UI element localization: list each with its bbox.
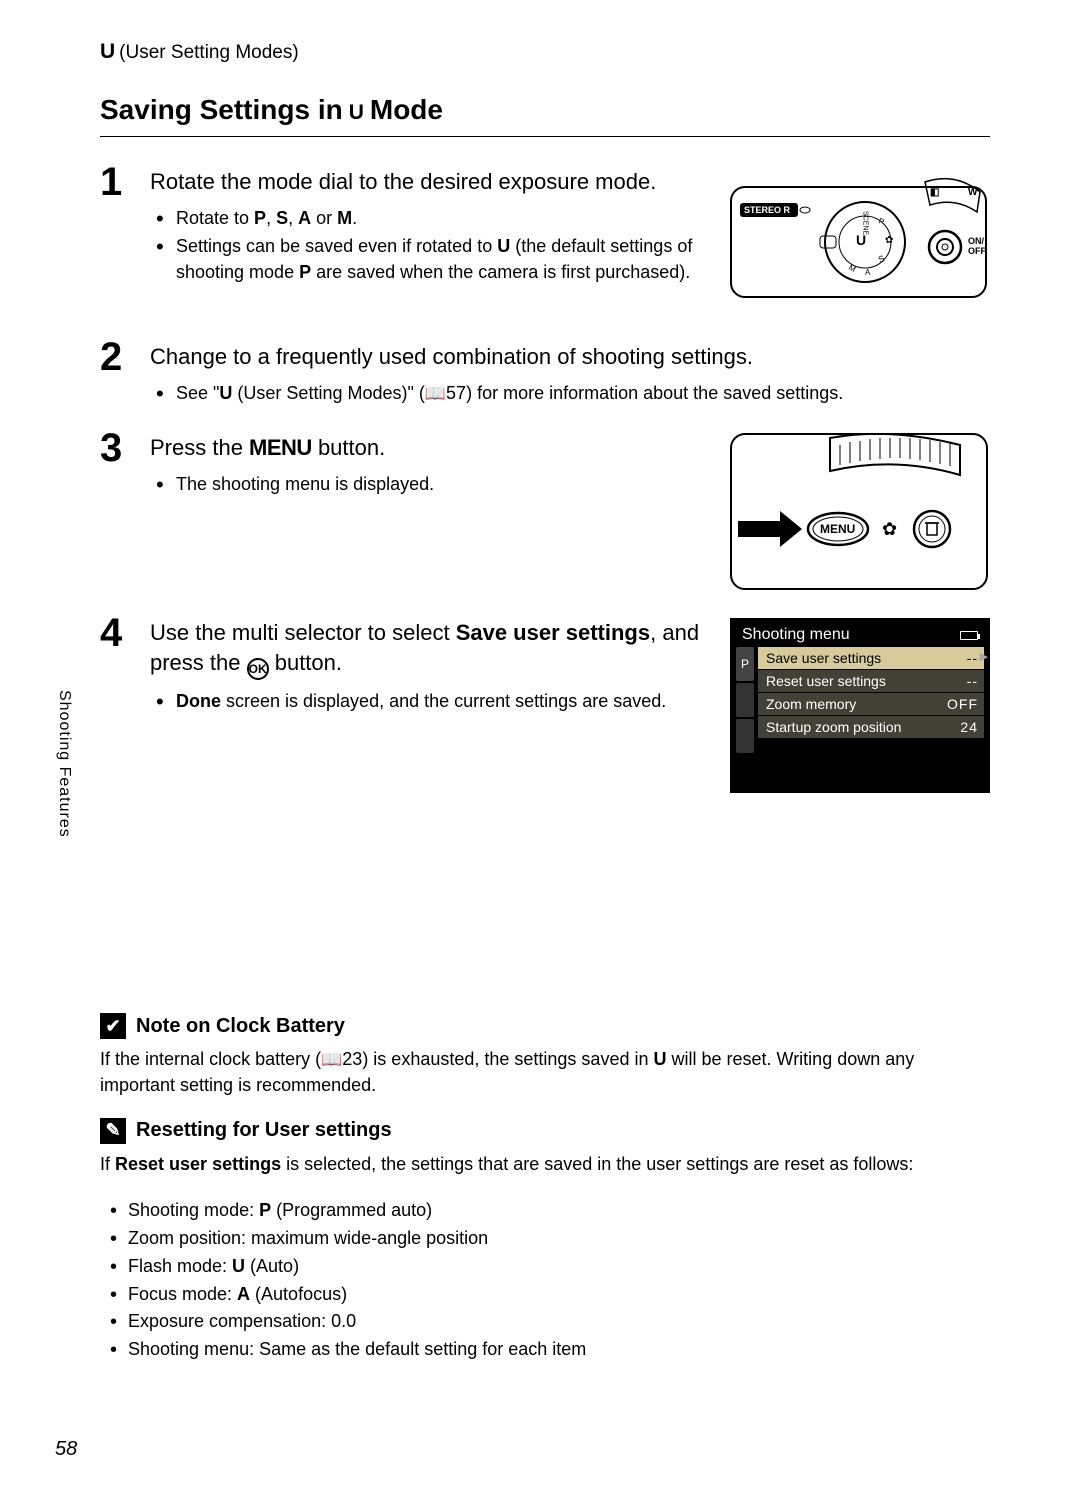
svg-text:✿: ✿ bbox=[882, 519, 897, 539]
menu-row-zoom-memory: Zoom memoryOFF bbox=[758, 693, 984, 715]
svg-text:ON/: ON/ bbox=[968, 236, 985, 246]
title-prefix: Saving Settings in bbox=[100, 94, 343, 126]
svg-text:◧: ◧ bbox=[930, 187, 939, 198]
camera-top-illustration: STEREO R U P SCENE ✿ S A M bbox=[730, 167, 990, 317]
menu-tab-2 bbox=[736, 683, 754, 717]
reset-item-6: Shooting menu: Same as the default setti… bbox=[110, 1336, 990, 1364]
book-icon: 📖 bbox=[321, 1050, 342, 1069]
step-3: 3 Press the MENU button. The shooting me… bbox=[100, 428, 990, 593]
menu-row-reset: Reset user settings-- bbox=[758, 670, 984, 692]
shooting-menu-title: Shooting menu bbox=[742, 626, 850, 644]
menu-tab-3 bbox=[736, 719, 754, 753]
page-title: Saving Settings in U Mode bbox=[100, 94, 990, 137]
shooting-menu-screenshot: Shooting menu P Save user settings-- bbox=[730, 618, 990, 793]
check-icon: ✔ bbox=[100, 1013, 126, 1039]
step1-bullet-1: Rotate to P, S, A or M. bbox=[156, 205, 705, 231]
battery-icon bbox=[960, 631, 978, 640]
step-heading: Press the MENU button. bbox=[150, 433, 705, 463]
mode-symbol: U bbox=[100, 40, 115, 64]
step-4: 4 Use the multi selector to select Save … bbox=[100, 613, 990, 793]
page-number: 58 bbox=[55, 1438, 77, 1461]
menu-label: MENU bbox=[249, 435, 312, 460]
note-clock-body: If the internal clock battery (📖23) is e… bbox=[100, 1047, 990, 1097]
step-number: 2 bbox=[100, 337, 130, 408]
reset-item-2: Zoom position: maximum wide-angle positi… bbox=[110, 1225, 990, 1253]
svg-text:W: W bbox=[968, 187, 978, 198]
header: U (User Setting Modes) bbox=[100, 40, 990, 64]
svg-text:OFF: OFF bbox=[968, 246, 986, 256]
reset-item-1: Shooting mode: P (Programmed auto) bbox=[110, 1197, 990, 1225]
step-1: 1 Rotate the mode dial to the desired ex… bbox=[100, 162, 990, 317]
svg-text:MENU: MENU bbox=[820, 522, 855, 536]
note-reset-title: ✎ Resetting for User settings bbox=[100, 1118, 990, 1144]
step-heading: Use the multi selector to select Save us… bbox=[150, 618, 705, 680]
book-icon: 📖 bbox=[425, 384, 446, 403]
menu-arrow-icon: ▶ bbox=[980, 650, 988, 663]
reset-item-5: Exposure compensation: 0.0 bbox=[110, 1308, 990, 1336]
step1-bullet-2: Settings can be saved even if rotated to… bbox=[156, 233, 705, 285]
svg-text:SCENE: SCENE bbox=[862, 211, 869, 235]
note-clock-title: ✔ Note on Clock Battery bbox=[100, 1013, 990, 1039]
step-number: 1 bbox=[100, 162, 130, 317]
step2-bullet-1: See "U (User Setting Modes)" (📖57) for m… bbox=[156, 380, 990, 407]
step-number: 4 bbox=[100, 613, 130, 793]
svg-text:A: A bbox=[865, 268, 871, 277]
pencil-icon: ✎ bbox=[100, 1118, 126, 1144]
svg-text:✿: ✿ bbox=[885, 235, 893, 246]
reset-item-3: Flash mode: U (Auto) bbox=[110, 1253, 990, 1281]
svg-text:STEREO R: STEREO R bbox=[744, 205, 791, 215]
svg-text:M: M bbox=[847, 263, 858, 274]
reset-item-4: Focus mode: A (Autofocus) bbox=[110, 1281, 990, 1309]
step3-bullet-1: The shooting menu is displayed. bbox=[156, 471, 705, 497]
step-heading: Change to a frequently used combination … bbox=[150, 342, 990, 372]
menu-row-startup-zoom: Startup zoom position24 bbox=[758, 716, 984, 738]
header-label: (User Setting Modes) bbox=[119, 42, 299, 64]
step-2: 2 Change to a frequently used combinatio… bbox=[100, 337, 990, 408]
step-heading: Rotate the mode dial to the desired expo… bbox=[150, 167, 705, 197]
ok-button-icon: OK bbox=[247, 658, 269, 680]
camera-back-illustration: MENU ✿ bbox=[730, 433, 990, 593]
note-reset-intro: If Reset user settings is selected, the … bbox=[100, 1152, 990, 1177]
section-tab: Shooting Features bbox=[55, 690, 73, 838]
step4-bullet-1: Done screen is displayed, and the curren… bbox=[156, 688, 705, 714]
title-suffix: Mode bbox=[370, 94, 443, 126]
menu-row-save: Save user settings-- bbox=[758, 647, 984, 669]
title-symbol: U bbox=[349, 101, 364, 125]
step-number: 3 bbox=[100, 428, 130, 593]
menu-tab-p: P bbox=[736, 647, 754, 681]
